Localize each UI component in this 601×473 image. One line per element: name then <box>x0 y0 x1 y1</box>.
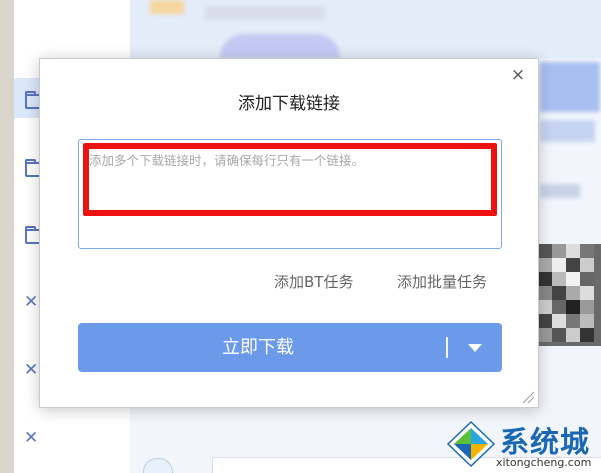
close-icon[interactable]: × <box>510 67 526 84</box>
add-batch-task-link[interactable]: 添加批量任务 <box>397 271 487 292</box>
download-options-dropdown[interactable] <box>454 323 502 372</box>
close-icon: ✕ <box>24 428 39 448</box>
resize-grip-icon[interactable] <box>521 390 535 404</box>
watermark-domain: xitongcheng.com <box>496 456 592 469</box>
close-icon: ✕ <box>24 292 39 312</box>
watermark: 系统城 xitongcheng.com <box>446 416 601 473</box>
windows-logo-icon <box>446 420 496 468</box>
caret-down-icon <box>468 344 482 352</box>
download-now-button[interactable]: 立即下载 <box>78 323 438 372</box>
download-link-input[interactable] <box>78 139 502 249</box>
watermark-brand: 系统城 <box>500 425 591 459</box>
background-top-banner <box>130 0 601 58</box>
background-blob <box>220 34 340 58</box>
add-bt-task-link[interactable]: 添加BT任务 <box>274 271 353 292</box>
background-blob <box>540 120 595 142</box>
dialog-title: 添加下载链接 <box>238 94 340 114</box>
add-download-link-dialog: × 添加下载链接 添加BT任务 添加批量任务 立即下载 <box>39 58 539 408</box>
download-button-group: 立即下载 <box>78 323 502 372</box>
background-blob <box>150 0 184 14</box>
button-divider <box>446 337 448 358</box>
background-blob <box>540 184 580 198</box>
background-blob <box>540 62 600 112</box>
background-blob <box>205 6 325 20</box>
background-thumbnail <box>538 244 601 346</box>
close-icon: ✕ <box>24 360 39 380</box>
background-left-strip <box>0 0 14 473</box>
